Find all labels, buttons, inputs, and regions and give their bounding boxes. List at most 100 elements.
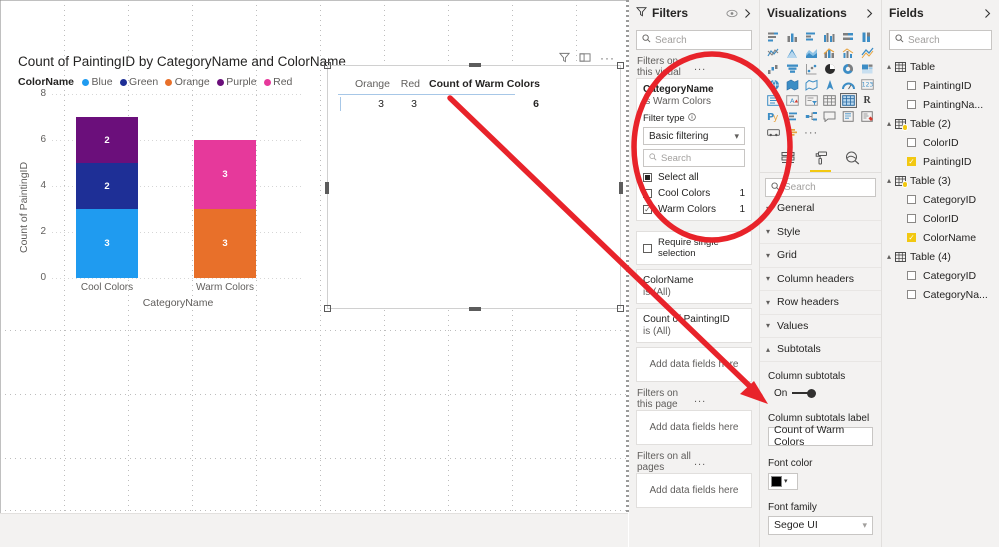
filter-card-categoryname[interactable]: CategoryName is Warm Colors Filter type …: [636, 78, 752, 221]
viz-multi-row-card-icon[interactable]: [765, 93, 783, 108]
more-options-icon[interactable]: ···: [600, 52, 615, 64]
format-search-input[interactable]: Search: [765, 178, 876, 197]
visualization-type-gallery[interactable]: 123 A R Py ···: [760, 26, 881, 140]
viz-funnel-chart-icon[interactable]: [784, 61, 802, 76]
viz-stacked-column-chart-icon[interactable]: [784, 29, 802, 44]
viz-python-script-icon[interactable]: Py: [765, 109, 783, 124]
resize-handle-se[interactable]: [617, 305, 624, 312]
visual-filter-dropzone[interactable]: Add data fields here: [636, 347, 752, 382]
format-section-subtotals[interactable]: ▴ Subtotals: [760, 338, 881, 362]
bar-segment[interactable]: 3: [194, 209, 256, 278]
matrix-data-row[interactable]: 3 3 6: [338, 95, 610, 112]
bar-segment[interactable]: 3: [194, 140, 256, 209]
field-checkbox[interactable]: [907, 100, 916, 109]
matrix-subtotal-header[interactable]: Count of Warm Colors: [420, 78, 544, 90]
viz-clustered-column-chart-icon[interactable]: [821, 29, 839, 44]
fields-table-header[interactable]: ▴ Table: [882, 57, 999, 76]
legend-label[interactable]: Green: [129, 76, 158, 88]
matrix-visual[interactable]: Orange Red Count of Warm Colors 3 3 6: [324, 62, 624, 312]
format-section-row-headers[interactable]: ▾ Row headers: [760, 291, 881, 315]
filter-option-cool-colors[interactable]: Cool Colors 1: [643, 188, 745, 199]
viz-shape-map-icon[interactable]: [802, 77, 820, 92]
field-checkbox[interactable]: [907, 81, 916, 90]
viz-treemap-icon[interactable]: [858, 61, 876, 76]
matrix-table[interactable]: Orange Red Count of Warm Colors 3 3 6: [338, 74, 610, 112]
fields-table-header[interactable]: ▴ Table (4): [882, 247, 999, 266]
viz-filled-map-icon[interactable]: [784, 77, 802, 92]
font-color-picker[interactable]: ▾: [768, 472, 798, 490]
bar-column-warm-colors[interactable]: 3 3: [194, 140, 256, 278]
field-checkbox[interactable]: [907, 214, 916, 223]
resize-handle-nw[interactable]: [324, 62, 331, 69]
viz-arcgis-map-icon[interactable]: [821, 77, 839, 92]
format-section-column-headers[interactable]: ▾ Column headers: [760, 268, 881, 291]
checkbox-unchecked-icon[interactable]: [643, 189, 652, 198]
filter-card-count-of-paintingid[interactable]: Count of PaintingID is (All): [636, 308, 752, 343]
resize-handle-ne[interactable]: [617, 62, 624, 69]
field-row[interactable]: CategoryID: [882, 266, 999, 285]
visualizations-pane-tabs[interactable]: [760, 145, 881, 173]
filter-values-search-input[interactable]: Search: [643, 149, 745, 167]
toggle-switch[interactable]: [792, 388, 817, 398]
collapse-filters-chevron-icon[interactable]: [743, 8, 752, 19]
field-row[interactable]: ColorName: [882, 228, 999, 247]
viz-smart-narrative-icon[interactable]: [858, 109, 876, 124]
legend-label[interactable]: Orange: [175, 76, 210, 88]
field-row[interactable]: CategoryNa...: [882, 285, 999, 304]
viz-scatter-chart-icon[interactable]: [802, 61, 820, 76]
viz-more-options-icon[interactable]: ···: [802, 125, 820, 140]
filters-search-input[interactable]: Search: [636, 30, 752, 50]
font-family-select[interactable]: Segoe UI ▾: [768, 515, 873, 535]
collapse-fields-chevron-icon[interactable]: [983, 8, 992, 19]
viz-matrix-icon[interactable]: [839, 93, 858, 108]
viz-import-custom-visual-icon[interactable]: [765, 125, 783, 140]
viz-gauge-icon[interactable]: [840, 77, 858, 92]
field-checkbox[interactable]: [907, 290, 916, 299]
viz-qa-visual-icon[interactable]: [821, 109, 839, 124]
field-checkbox[interactable]: [907, 138, 916, 147]
section-menu-icon[interactable]: ...: [694, 456, 751, 468]
filter-icon[interactable]: [559, 52, 570, 63]
viz-slicer-icon[interactable]: [802, 93, 820, 108]
viz-kpi-icon[interactable]: A: [784, 93, 802, 108]
field-row[interactable]: PaintingNa...: [882, 95, 999, 114]
section-menu-icon[interactable]: ...: [694, 393, 751, 405]
viz-pie-chart-icon[interactable]: [821, 61, 839, 76]
tab-analytics[interactable]: [845, 151, 860, 172]
column-subtotals-label-input[interactable]: Count of Warm Colors: [768, 424, 873, 448]
format-section-values[interactable]: ▾ Values: [760, 315, 881, 338]
viz-area-chart-icon[interactable]: [784, 45, 802, 60]
viz-waterfall-chart-icon[interactable]: [765, 61, 783, 76]
viz-line-clustered-column-chart-icon[interactable]: [840, 45, 858, 60]
column-subtotals-toggle[interactable]: On: [768, 388, 873, 399]
field-row[interactable]: ColorID: [882, 133, 999, 152]
fields-table-header[interactable]: ▴ Table (3): [882, 171, 999, 190]
matrix-column-header[interactable]: Orange: [338, 78, 390, 90]
all-pages-filter-dropzone[interactable]: Add data fields here: [636, 473, 752, 508]
field-row[interactable]: ColorID: [882, 209, 999, 228]
tab-format[interactable]: [810, 151, 831, 172]
resize-handle-w[interactable]: [325, 182, 329, 194]
viz-100-stacked-column-chart-icon[interactable]: [858, 29, 876, 44]
legend-label[interactable]: Blue: [92, 76, 113, 88]
viz-ribbon-chart-icon[interactable]: [858, 45, 876, 60]
bar-column-cool-colors[interactable]: 2 2 3: [76, 117, 138, 278]
fields-search-input[interactable]: Search: [889, 30, 992, 50]
format-section-style[interactable]: ▾ Style: [760, 221, 881, 244]
filter-type-select[interactable]: Basic filtering ▾: [643, 127, 745, 145]
filter-option-warm-colors[interactable]: Warm Colors 1: [643, 204, 745, 215]
viz-key-influencers-icon[interactable]: [784, 109, 802, 124]
viz-r-script-icon[interactable]: R: [858, 93, 876, 108]
hide-filters-eye-icon[interactable]: [726, 9, 738, 18]
collapse-visualizations-chevron-icon[interactable]: [865, 8, 874, 19]
viz-donut-chart-icon[interactable]: [840, 61, 858, 76]
bar-segment[interactable]: 3: [76, 209, 138, 278]
visual-header-icons[interactable]: ···: [559, 52, 615, 64]
viz-clustered-bar-chart-icon[interactable]: [802, 29, 820, 44]
require-single-selection-row[interactable]: Require single selection: [636, 231, 752, 265]
field-checkbox[interactable]: [907, 271, 916, 280]
format-section-grid[interactable]: ▾ Grid: [760, 244, 881, 268]
viz-stacked-bar-chart-icon[interactable]: [765, 29, 783, 44]
viz-get-more-visuals-icon[interactable]: [784, 125, 802, 140]
viz-decomposition-tree-icon[interactable]: [802, 109, 820, 124]
